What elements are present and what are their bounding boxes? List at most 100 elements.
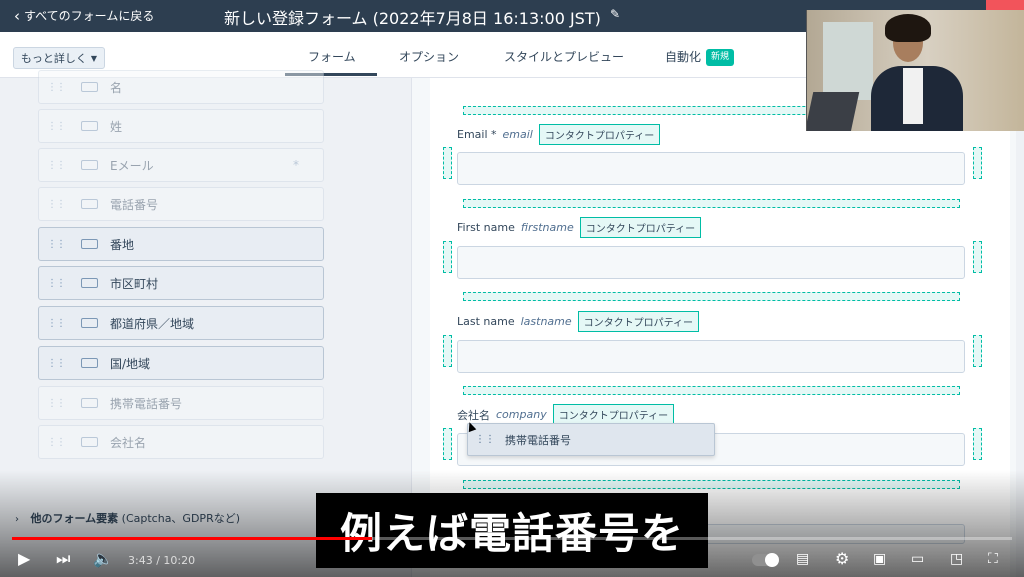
tab-automation[interactable]: 自動化 — [665, 48, 701, 65]
drag-handle-icon: ⋮⋮ — [475, 434, 495, 445]
caret-down-icon: ▼ — [90, 53, 98, 63]
video-controls: ▶ ⏭ 🔈 3:43 / 10:20 ▤ ⚙ ▣ ▭ ◳ ⛶ — [0, 544, 1024, 577]
internal-name: company — [496, 408, 547, 421]
next-icon[interactable]: ⏭ — [56, 548, 70, 570]
field-label: 都道府県／地域 — [110, 316, 195, 331]
field-label: 番地 — [110, 237, 135, 252]
field-label: 国/地域 — [110, 356, 151, 371]
first-name-field[interactable] — [457, 246, 965, 279]
chevron-left-icon: ‹ — [14, 6, 20, 25]
contact-property-badge: コンタクトプロパティー — [552, 404, 675, 425]
new-badge: 新規 — [706, 49, 735, 66]
more-details-label: もっと詳しく — [20, 52, 87, 65]
volume-icon[interactable]: 🔈 — [93, 548, 113, 570]
right-scrollbar[interactable] — [1016, 131, 1024, 577]
tab-options[interactable]: オプション — [399, 48, 459, 65]
drag-handle-icon: ⋮⋮ — [47, 357, 66, 369]
video-progress-fill — [12, 537, 372, 540]
pencil-icon[interactable]: ✎ — [610, 7, 620, 21]
text-field-icon — [81, 199, 98, 209]
laptop-shape — [807, 92, 860, 131]
presenter-hair — [885, 14, 931, 42]
drag-handle-icon: ⋮⋮ — [47, 238, 66, 250]
field-label-row-firstname: First name firstname コンタクトプロパティー — [457, 217, 702, 238]
drag-handle-icon: ⋮⋮ — [47, 159, 66, 171]
settings-gear-icon[interactable]: ⚙ — [835, 548, 849, 570]
tab-style-preview[interactable]: スタイルとプレビュー — [504, 48, 624, 65]
field-label-row-email: Email * email コンタクトプロパティー — [457, 124, 661, 145]
theater-mode-icon[interactable]: ▭ — [911, 548, 924, 570]
internal-name: email — [502, 128, 533, 141]
field-label-row-company: 会社名 company コンタクトプロパティー — [457, 404, 675, 425]
text-field-icon — [81, 121, 98, 131]
drop-zone[interactable] — [973, 147, 982, 179]
field-label: 会社名 — [457, 408, 490, 422]
contact-property-badge: コンタクトプロパティー — [538, 124, 661, 145]
text-field-icon — [81, 318, 98, 328]
text-field-icon — [81, 358, 98, 368]
text-field-icon — [81, 398, 98, 408]
field-label: 会社名 — [110, 435, 147, 450]
tab-form[interactable]: フォーム — [308, 48, 356, 65]
dragged-field-mobile-phone[interactable]: ⋮⋮ 携帯電話番号 — [467, 423, 715, 456]
email-field[interactable] — [457, 152, 965, 185]
drag-handle-icon: ⋮⋮ — [47, 436, 66, 448]
other-elements-title: 他のフォーム要素 — [30, 512, 119, 525]
webcam-window — [823, 22, 873, 100]
drop-zone[interactable] — [443, 241, 452, 273]
field-item-country[interactable]: ⋮⋮ 国/地域 — [38, 346, 324, 380]
back-to-forms-link[interactable]: ‹ すべてのフォームに戻る — [14, 7, 154, 24]
drag-handle-icon: ⋮⋮ — [47, 277, 66, 289]
text-field-icon — [81, 160, 98, 170]
drop-zone[interactable] — [443, 147, 452, 179]
field-item-street-address[interactable]: ⋮⋮ 番地 — [38, 227, 324, 261]
field-item-mobile-phone[interactable]: ⋮⋮ 携帯電話番号 — [38, 386, 324, 420]
field-item-state-region[interactable]: ⋮⋮ 都道府県／地域 — [38, 306, 324, 340]
form-title[interactable]: 新しい登録フォーム (2022年7月8日 16:13:00 JST) — [224, 5, 601, 29]
dragged-field-label: 携帯電話番号 — [505, 433, 571, 447]
other-form-elements-toggle[interactable]: › 他のフォーム要素 (Captcha、GDPRなど) — [15, 510, 240, 526]
subtitles-icon[interactable]: ▤ — [796, 548, 809, 570]
field-item-last-name[interactable]: ⋮⋮ 姓 — [38, 109, 324, 143]
field-item-email[interactable]: ⋮⋮ Eメール * — [38, 148, 324, 182]
text-field-icon — [81, 437, 98, 447]
text-field-icon — [81, 239, 98, 249]
drag-handle-icon: ⋮⋮ — [47, 120, 66, 132]
field-label: 姓 — [110, 119, 123, 134]
autoplay-toggle[interactable] — [752, 553, 779, 567]
video-progress-bar[interactable] — [12, 537, 1012, 540]
drop-zone[interactable] — [463, 480, 960, 489]
field-label: First name — [457, 221, 515, 234]
cast-icon[interactable]: ◳ — [950, 548, 963, 570]
back-link-label: すべてのフォームに戻る — [24, 9, 155, 23]
drop-zone[interactable] — [973, 428, 982, 460]
contact-property-badge: コンタクトプロパティー — [579, 217, 702, 238]
internal-name: lastname — [520, 315, 572, 328]
fullscreen-icon[interactable]: ⛶ — [988, 548, 998, 570]
field-label: Email * — [457, 128, 497, 141]
internal-name: firstname — [520, 221, 574, 234]
field-item-company-name[interactable]: ⋮⋮ 会社名 — [38, 425, 324, 459]
field-label: 市区町村 — [110, 276, 159, 291]
miniplayer-icon[interactable]: ▣ — [873, 548, 886, 570]
field-label: 電話番号 — [110, 197, 159, 212]
drop-zone[interactable] — [463, 292, 960, 301]
drop-zone[interactable] — [463, 386, 960, 395]
field-item-first-name[interactable]: ⋮⋮ 名 — [38, 70, 324, 104]
field-label: 名 — [110, 80, 123, 95]
more-details-button[interactable]: もっと詳しく ▼ — [13, 47, 105, 69]
drop-zone[interactable] — [973, 335, 982, 367]
drop-zone[interactable] — [443, 428, 452, 460]
drop-zone[interactable] — [973, 241, 982, 273]
contact-property-badge: コンタクトプロパティー — [577, 311, 700, 332]
play-icon[interactable]: ▶ — [18, 548, 30, 570]
video-time: 3:43 / 10:20 — [128, 554, 196, 567]
presenter-shirt — [903, 68, 923, 124]
last-name-field[interactable] — [457, 340, 965, 373]
text-field-icon — [81, 82, 98, 92]
field-item-phone[interactable]: ⋮⋮ 電話番号 — [38, 187, 324, 221]
drop-zone[interactable] — [443, 335, 452, 367]
drag-handle-icon: ⋮⋮ — [47, 81, 66, 93]
drop-zone[interactable] — [463, 199, 960, 208]
field-item-city[interactable]: ⋮⋮ 市区町村 — [38, 266, 324, 300]
